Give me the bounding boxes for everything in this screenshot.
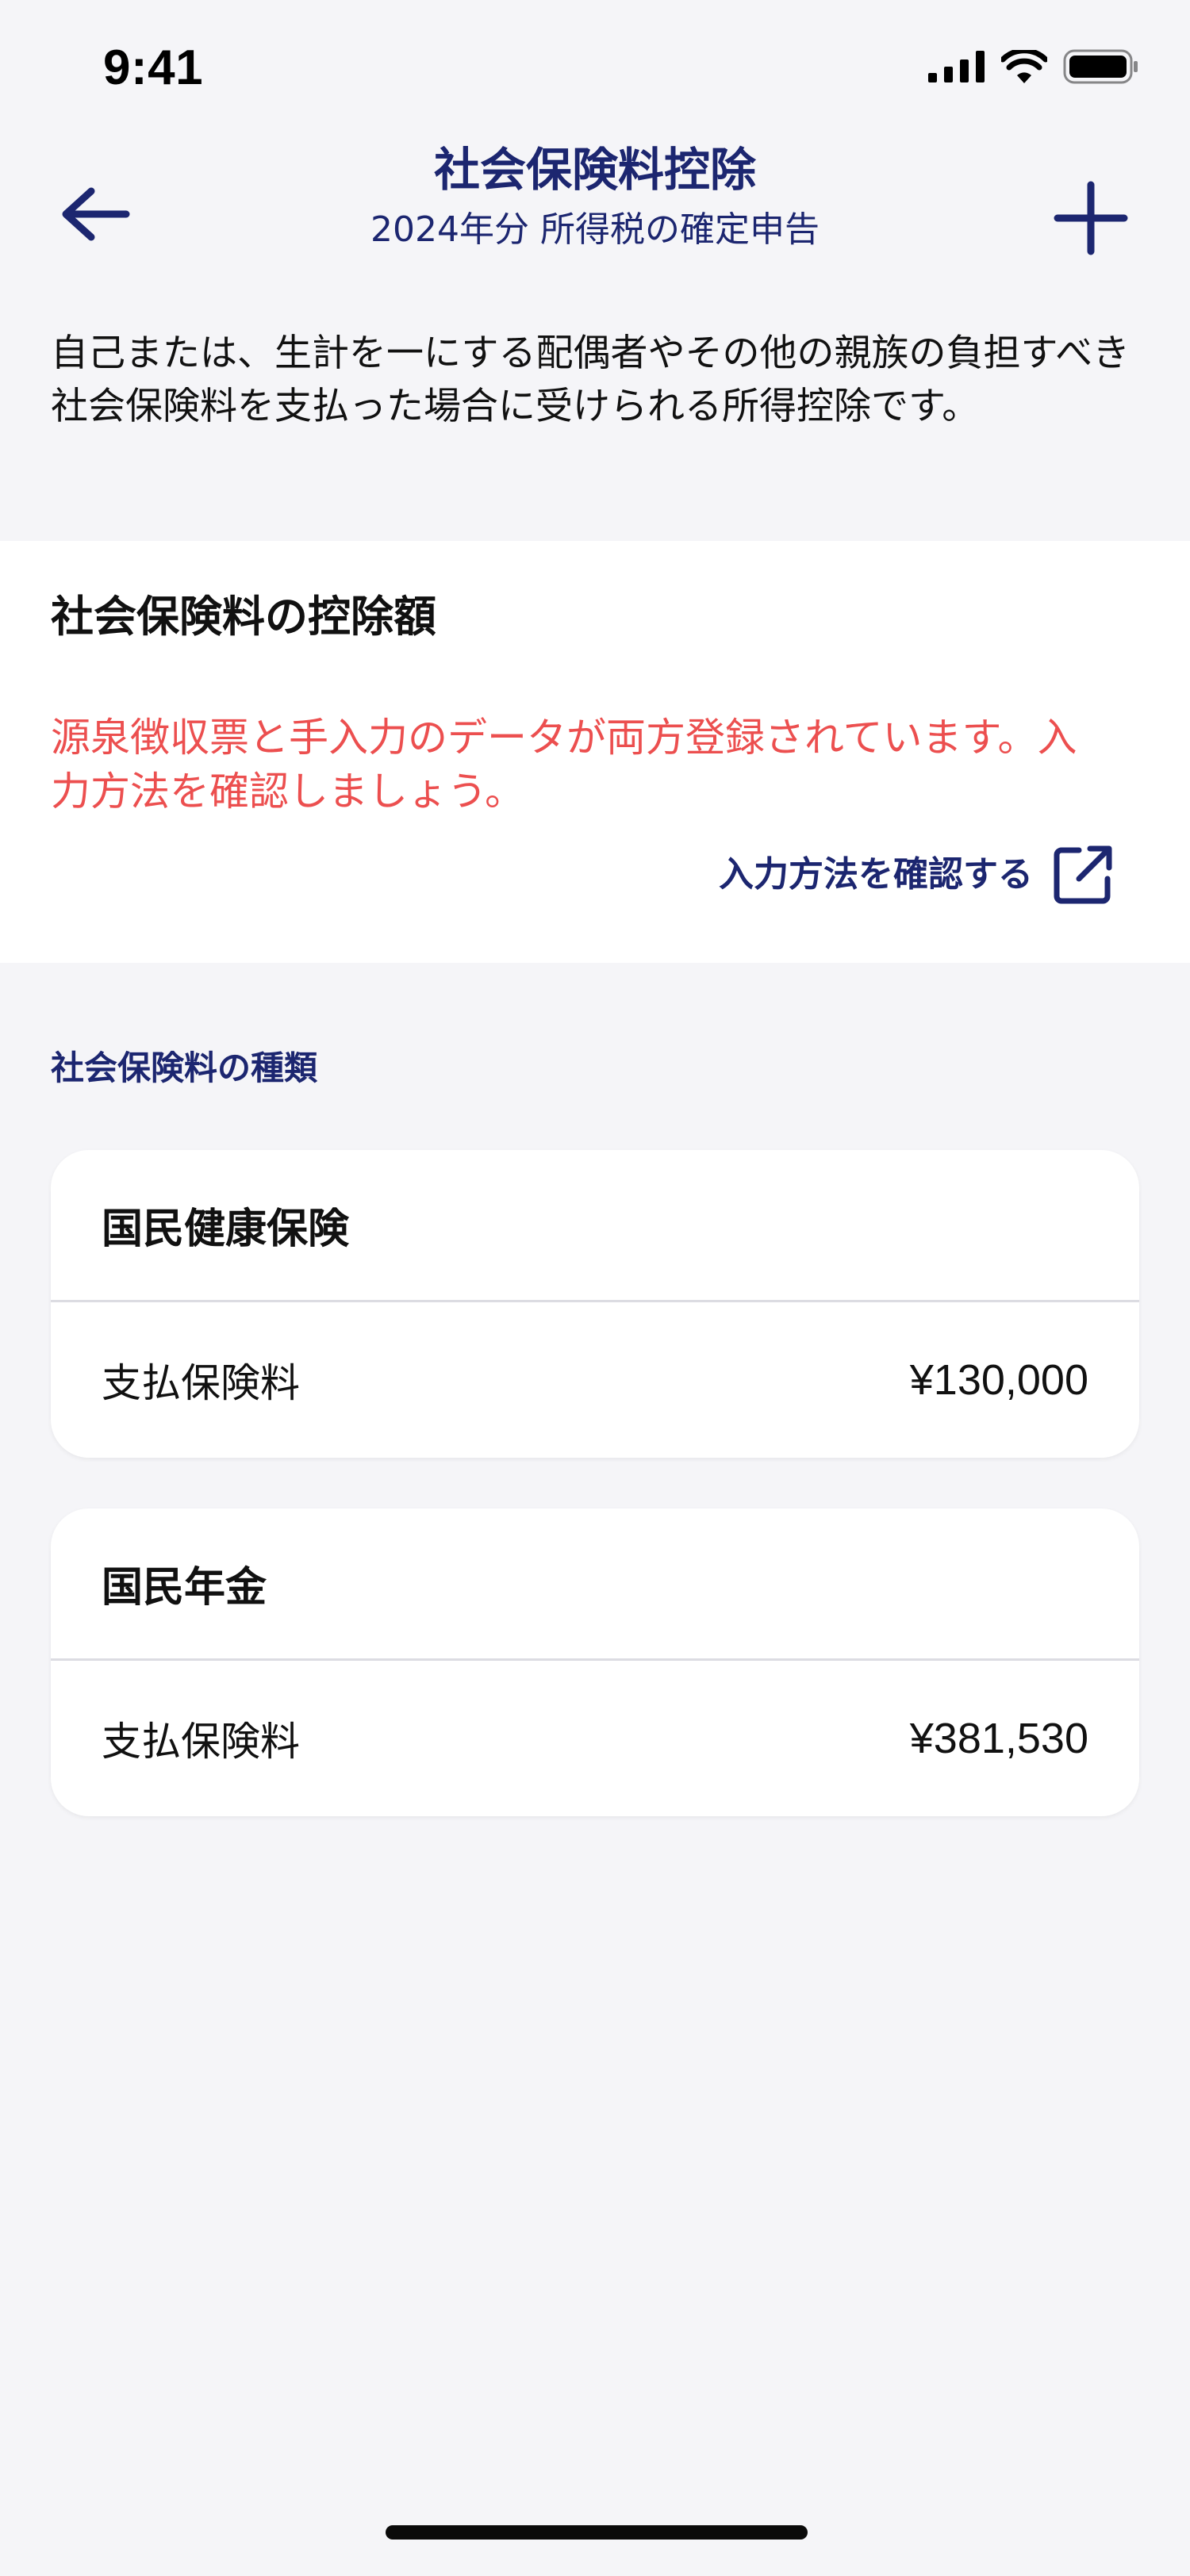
confirm-link-label: 入力方法を確認する bbox=[719, 854, 1033, 895]
insurance-premium-row: 支払保険料 ¥381,530 bbox=[51, 1661, 1139, 1816]
external-link-icon bbox=[1054, 845, 1112, 904]
insurance-card-pension[interactable]: 国民年金 支払保険料 ¥381,530 bbox=[51, 1508, 1139, 1816]
navigation-header: 社会保険料控除 2024年分 所得税の確定申告 bbox=[0, 135, 1190, 278]
premium-label: 支払保険料 bbox=[102, 1719, 300, 1765]
arrow-left-icon bbox=[62, 187, 130, 241]
page-title: 社会保険料控除 bbox=[433, 143, 756, 197]
insurance-card-health[interactable]: 国民健康保険 支払保険料 ¥130,000 bbox=[51, 1150, 1139, 1458]
status-icons bbox=[928, 49, 1139, 84]
confirm-input-method-link[interactable]: 入力方法を確認する bbox=[719, 844, 1114, 906]
insurance-premium-row: 支払保険料 ¥130,000 bbox=[51, 1302, 1139, 1458]
page-subtitle: 2024年分 所得税の確定申告 bbox=[370, 209, 820, 250]
warning-message: 源泉徴収票と手入力のデータが両方登録されています。入力方法を確認しましょう。 bbox=[51, 715, 1077, 815]
header-titles: 社会保険料控除 2024年分 所得税の確定申告 bbox=[0, 138, 1190, 254]
back-button[interactable] bbox=[56, 174, 135, 254]
battery-icon bbox=[1063, 49, 1138, 84]
status-bar: 9:41 bbox=[0, 0, 1190, 135]
premium-amount: ¥381,530 bbox=[909, 1715, 1088, 1762]
deduction-card: 社会保険料の控除額 源泉徴収票と手入力のデータが両方登録されています。入力方法を… bbox=[0, 541, 1190, 963]
premium-label: 支払保険料 bbox=[102, 1360, 300, 1406]
plus-icon bbox=[1054, 181, 1128, 255]
cellular-signal-icon bbox=[928, 51, 985, 82]
add-button[interactable] bbox=[1047, 174, 1134, 262]
premium-amount: ¥130,000 bbox=[909, 1356, 1088, 1404]
deduction-title: 社会保険料の控除額 bbox=[51, 592, 436, 642]
insurance-name: 国民年金 bbox=[51, 1508, 1139, 1661]
intro-description: 自己または、生計を一にする配偶者やその他の親族の負担すべき社会保険料を支払った場… bbox=[51, 332, 1130, 428]
wifi-icon bbox=[1001, 50, 1047, 83]
home-indicator[interactable] bbox=[386, 2525, 808, 2540]
insurance-name: 国民健康保険 bbox=[51, 1150, 1139, 1302]
section-label-insurance-types: 社会保険料の種類 bbox=[51, 1048, 318, 1087]
status-time: 9:41 bbox=[103, 40, 204, 95]
